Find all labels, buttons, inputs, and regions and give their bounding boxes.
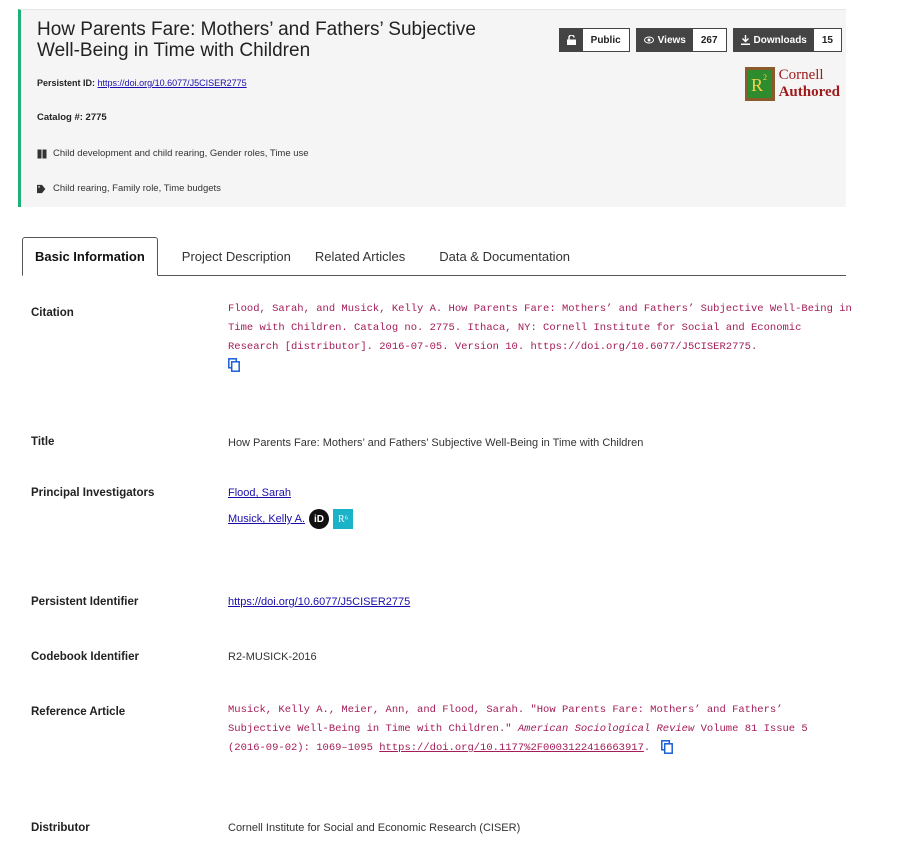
downloads-badge: Downloads 15 — [732, 28, 842, 52]
tab-basic-information[interactable]: Basic Information — [22, 237, 158, 276]
tab-bar: Basic Information Project Description Re… — [22, 237, 846, 276]
persistent-id-link[interactable]: https://doi.org/10.6077/J5CISER2775 — [98, 78, 247, 88]
pi-item-musick: Musick, Kelly A. iD R⁶ — [228, 509, 848, 529]
pi-label: Principal Investigators — [31, 487, 155, 499]
pi-item-flood: Flood, Sarah — [228, 487, 848, 499]
tab-data-documentation[interactable]: Data & Documentation — [417, 237, 582, 275]
downloads-count: 15 — [813, 29, 841, 51]
public-badge-key — [559, 29, 583, 51]
distributor-label: Distributor — [31, 822, 90, 834]
study-header-card: How Parents Fare: Mothers’ and Fathers’ … — [18, 9, 846, 207]
r6-icon[interactable]: R⁶ — [333, 509, 354, 529]
keywords-row: Child rearing, Family role, Time budgets — [37, 183, 221, 194]
tags-icon — [37, 184, 46, 193]
copy-icon[interactable] — [228, 358, 240, 373]
subjects-row: Child development and child rearing, Gen… — [37, 148, 309, 159]
downloads-label: Downloads — [753, 34, 807, 46]
reference-article-label: Reference Article — [31, 706, 126, 718]
keywords-text: Child rearing, Family role, Time budgets — [53, 183, 221, 194]
orcid-icon[interactable]: iD — [309, 509, 330, 529]
r2-logo-letter: R — [751, 75, 763, 95]
reference-article-value: Musick, Kelly A., Meier, Ann, and Flood,… — [228, 701, 848, 758]
codebook-identifier-label: Codebook Identifier — [31, 651, 139, 663]
book-icon — [37, 149, 47, 158]
citation-text: Flood, Sarah, and Musick, Kelly A. How P… — [228, 303, 852, 353]
cornell-authored-text: Cornell Authored — [779, 67, 840, 101]
public-badge-label: Public — [582, 29, 629, 51]
title-label: Title — [31, 436, 55, 448]
tab-project-description[interactable]: Project Description — [158, 237, 303, 275]
public-badge: Public — [558, 28, 630, 52]
stats-badges: Public Views 267 Downloads 15 — [558, 28, 842, 52]
persistent-id-label: Persistent ID: — [37, 78, 96, 88]
citation-label: Citation — [31, 307, 74, 319]
distributor-value: Cornell Institute for Social and Economi… — [228, 822, 521, 834]
subjects-text: Child development and child rearing, Gen… — [53, 148, 309, 159]
codebook-identifier-value: R2-MUSICK-2016 — [228, 651, 317, 663]
views-count: 267 — [692, 29, 726, 51]
cornell-authored-badge: R 2 Cornell Authored — [744, 67, 840, 101]
pi-link-flood[interactable]: Flood, Sarah — [228, 487, 291, 499]
tab-related-articles[interactable]: Related Articles — [303, 237, 417, 275]
cornell-line1: Cornell — [778, 67, 824, 83]
downloads-badge-key: Downloads — [733, 29, 814, 51]
download-icon — [740, 35, 750, 45]
unlock-icon — [566, 35, 576, 45]
views-label: Views — [657, 34, 686, 46]
title-value: How Parents Fare: Mothers’ and Fathers’ … — [228, 437, 644, 449]
r2-logo-superscript: 2 — [763, 73, 767, 82]
eye-icon — [643, 36, 654, 44]
page: How Parents Fare: Mothers’ and Fathers’ … — [0, 0, 903, 849]
reference-copy-icon[interactable] — [660, 740, 673, 755]
persistent-identifier-label: Persistent Identifier — [31, 596, 139, 608]
pi-list: Flood, Sarah Musick, Kelly A. iD R⁶ — [228, 487, 848, 529]
study-title: How Parents Fare: Mothers’ and Fathers’ … — [37, 19, 476, 61]
persistent-identifier-value: https://doi.org/10.6077/J5CISER2775 — [228, 596, 848, 608]
catalog-number: Catalog #: 2775 — [37, 112, 107, 123]
persistent-identifier-link[interactable]: https://doi.org/10.6077/J5CISER2775 — [228, 596, 410, 608]
reference-doi-link[interactable]: https://doi.org/10.1177%2F00031224166639… — [379, 742, 644, 754]
citation-value: Flood, Sarah, and Musick, Kelly A. How P… — [228, 300, 853, 376]
views-badge: Views 267 — [635, 28, 727, 52]
views-badge-key: Views — [636, 29, 693, 51]
cornell-line2: Authored — [778, 84, 840, 100]
reference-journal: American Sociological Review — [517, 723, 695, 735]
r2-logo-icon: R 2 — [744, 67, 775, 101]
pi-link-musick[interactable]: Musick, Kelly A. — [228, 513, 305, 525]
reference-text-end: . — [643, 742, 651, 754]
persistent-id: Persistent ID: https://doi.org/10.6077/J… — [37, 78, 247, 88]
